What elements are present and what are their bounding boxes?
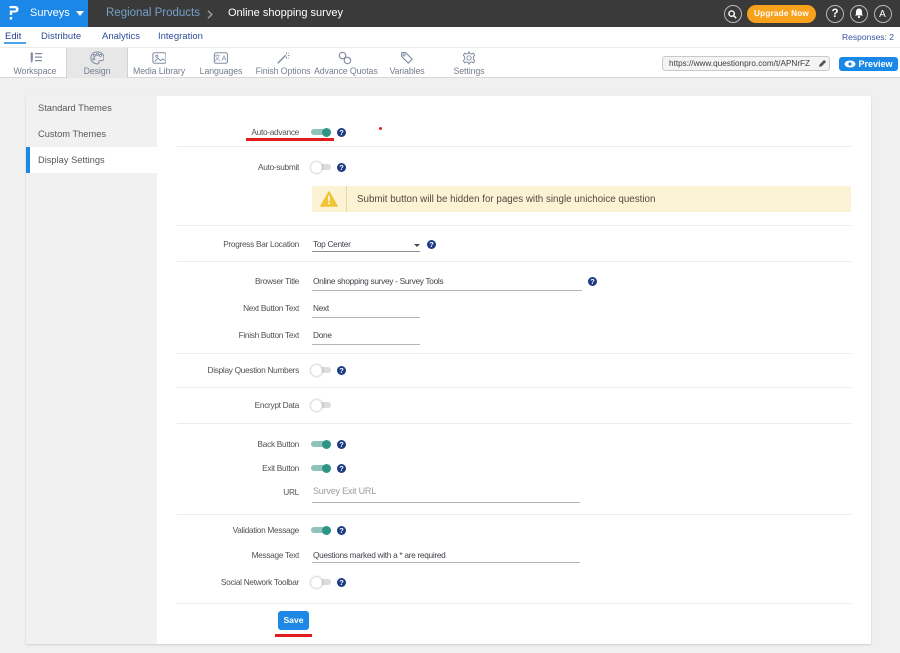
svg-text:文: 文 bbox=[214, 53, 221, 62]
svg-text:A: A bbox=[222, 56, 227, 63]
